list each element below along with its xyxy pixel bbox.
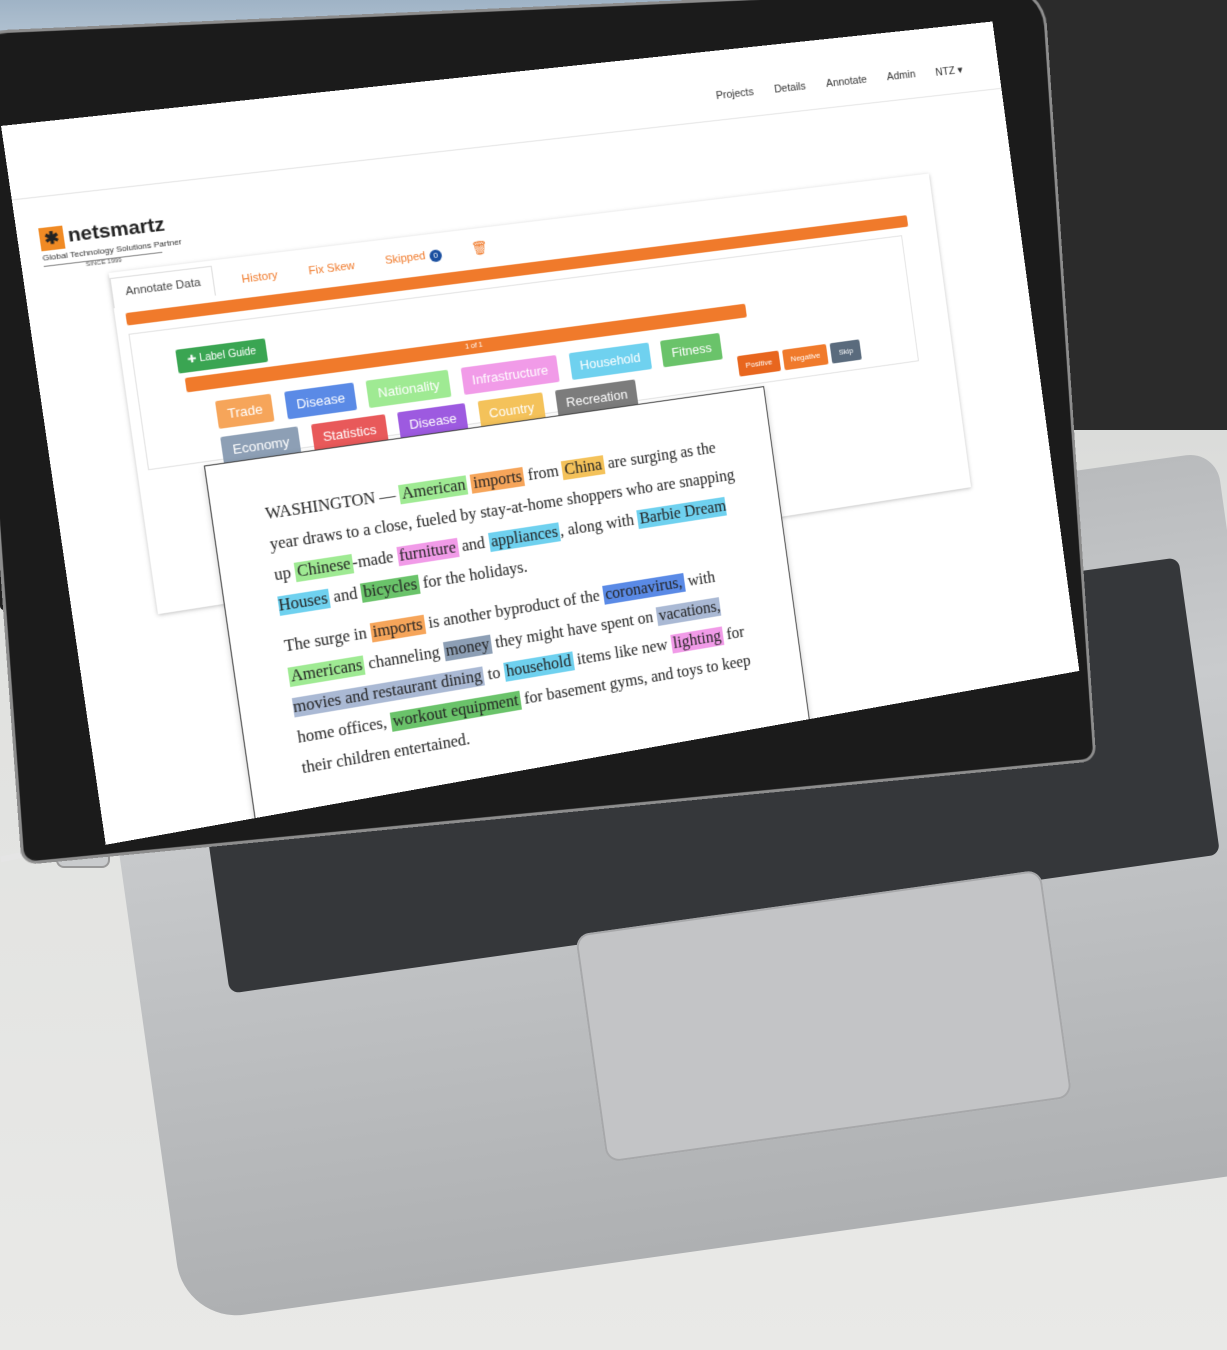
nav-user-menu[interactable]: NTZ ▾ (935, 63, 964, 78)
tab-skipped[interactable]: Skipped 0 (379, 242, 447, 275)
negative-button[interactable]: Negative (781, 343, 830, 371)
label-chip-infrastructure[interactable]: Infrastructure (460, 354, 560, 395)
laptop-lid: Projects Details Annotate Admin NTZ ▾ ✱ … (0, 0, 1094, 862)
label-chip-trade[interactable]: Trade (215, 393, 276, 429)
highlighted-entity[interactable]: appliances (487, 522, 562, 553)
highlighted-entity[interactable]: furniture (395, 537, 460, 567)
label-chip-fitness[interactable]: Fitness (660, 332, 723, 368)
trash-icon[interactable]: 🗑 (466, 233, 494, 264)
document-text[interactable]: WASHINGTON — American imports from China… (263, 431, 769, 794)
nav-projects[interactable]: Projects (715, 86, 754, 103)
positive-button[interactable]: Positive (736, 350, 781, 377)
nav-details[interactable]: Details (774, 81, 807, 97)
skip-button[interactable]: Skip (829, 339, 862, 364)
label-chip-nationality[interactable]: Nationality (365, 369, 452, 409)
document-text-segment: and (456, 534, 491, 556)
highlighted-entity[interactable]: imports (470, 466, 526, 494)
highlighted-entity[interactable]: coronavirus, (602, 573, 686, 605)
highlighted-entity[interactable]: Chinese (293, 554, 354, 583)
document-text-segment: The surge in (283, 624, 372, 656)
document-text-segment: WASHINGTON — (264, 486, 401, 524)
document-text-segment: for the holidays. (417, 558, 529, 593)
skipped-count-badge: 0 (428, 249, 443, 263)
brand-logo: ✱ netsmartz Global Technology Solutions … (38, 212, 184, 274)
document-text-segment: channeling (363, 643, 446, 674)
highlighted-entity[interactable]: bicycles (360, 574, 421, 603)
label-chip-disease[interactable]: Disease (284, 382, 358, 420)
tab-skipped-label: Skipped (384, 250, 427, 268)
document-panel: WASHINGTON — American imports from China… (203, 386, 812, 836)
laptop-screen: Projects Details Annotate Admin NTZ ▾ ✱ … (1, 21, 1080, 845)
nav-annotate[interactable]: Annotate (825, 74, 867, 91)
highlighted-entity[interactable]: China (561, 455, 606, 481)
highlighted-entity[interactable]: American (398, 475, 469, 505)
document-text-segment: to (482, 663, 506, 685)
tab-fix-skew[interactable]: Fix Skew (303, 253, 361, 284)
document-text-segment: items like new (572, 636, 673, 670)
document-text-segment: and (328, 584, 363, 607)
highlighted-entity[interactable]: imports (369, 614, 426, 643)
highlighted-entity[interactable]: lighting (670, 626, 725, 654)
document-text-segment: with (682, 569, 717, 591)
document-text-segment: -made (351, 548, 399, 573)
highlighted-entity[interactable]: Americans (287, 655, 366, 688)
netsmartz-logo-icon: ✱ (38, 225, 66, 252)
nav-admin[interactable]: Admin (886, 69, 916, 85)
document-text-segment: , along with (558, 511, 639, 541)
tab-annotate-data[interactable]: Annotate Data (109, 265, 217, 309)
highlighted-entity[interactable]: household (502, 651, 575, 682)
top-navbar: Projects Details Annotate Admin NTZ ▾ (1, 21, 1002, 201)
document-text-segment: from (522, 462, 564, 485)
highlighted-entity[interactable]: money (442, 634, 493, 662)
tab-history[interactable]: History (236, 263, 284, 293)
label-guide-label: Label Guide (198, 345, 257, 365)
label-chip-household[interactable]: Household (568, 342, 652, 381)
plus-icon: ✚ (186, 353, 198, 367)
